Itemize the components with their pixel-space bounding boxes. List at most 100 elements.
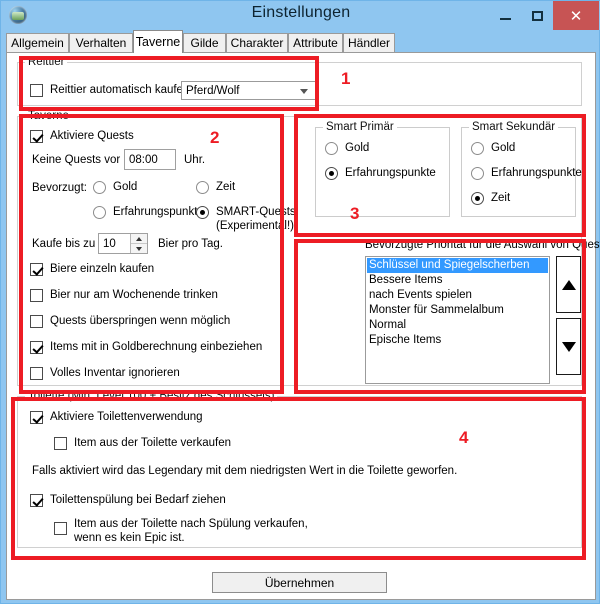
radio-label: Erfahrungspunkte bbox=[491, 167, 582, 179]
chevron-down-icon bbox=[300, 88, 308, 94]
apply-button[interactable]: Übernehmen bbox=[212, 572, 387, 593]
tab-taverne[interactable]: Taverne bbox=[133, 30, 183, 53]
checkbox-buy-beer-individually[interactable]: Biere einzeln kaufen bbox=[30, 262, 154, 276]
checkbox-skip-quests[interactable]: Quests überspringen wenn möglich bbox=[30, 314, 230, 328]
group-smart-primaer: Smart Primär Gold Erfahrungspunkte bbox=[315, 121, 450, 217]
minimize-button[interactable] bbox=[489, 1, 521, 30]
move-priority-down-button[interactable] bbox=[556, 318, 581, 375]
tab-gilde[interactable]: Gilde bbox=[183, 33, 226, 52]
label-buy-up-to: Kaufe bis zu bbox=[32, 238, 96, 250]
label-uhr: Uhr. bbox=[184, 154, 206, 166]
checkbox-box bbox=[30, 494, 43, 507]
sell-after-flush-line1: Item aus der Toilette nach Spülung verka… bbox=[74, 518, 308, 530]
spinner-up-icon[interactable] bbox=[131, 234, 147, 243]
tab-allgemein[interactable]: Allgemein bbox=[6, 33, 69, 52]
close-button[interactable]: ✕ bbox=[553, 1, 599, 30]
arrow-down-icon bbox=[561, 341, 576, 352]
checkbox-label: Item aus der Toilette verkaufen bbox=[74, 437, 232, 449]
label-beer-per-day: Bier pro Tag. bbox=[158, 238, 223, 250]
checkbox-activate-toilet[interactable]: Aktiviere Toilettenverwendung bbox=[30, 410, 203, 424]
checkbox-label: Bier nur am Wochenende trinken bbox=[50, 289, 218, 301]
tab-verhalten[interactable]: Verhalten bbox=[69, 33, 133, 52]
checkbox-label: Aktiviere Quests bbox=[50, 130, 134, 142]
checkbox-flush-on-demand[interactable]: Toilettenspülung bei Bedarf ziehen bbox=[30, 493, 226, 507]
tab-haendler[interactable]: Händler bbox=[343, 33, 395, 52]
radio-smart-primaer-erfahrungspunkte[interactable]: Erfahrungspunkte bbox=[325, 166, 436, 180]
radio-preferred-erfahrungspunkte[interactable]: Erfahrungspunkte bbox=[93, 205, 204, 219]
group-reittier: Reittier Reittier automatisch kaufen: Pf… bbox=[17, 56, 582, 106]
mount-type-value: Pferd/Wolf bbox=[186, 84, 240, 97]
list-item[interactable]: nach Events spielen bbox=[367, 288, 548, 303]
checkbox-sell-after-flush[interactable]: Item aus der Toilette nach Spülung verka… bbox=[54, 517, 308, 545]
radio-smart-sekundaer-gold[interactable]: Gold bbox=[471, 141, 515, 155]
checkbox-box bbox=[30, 411, 43, 424]
mount-type-combobox[interactable]: Pferd/Wolf bbox=[181, 81, 316, 100]
radio-circle bbox=[471, 167, 484, 180]
group-toilette-legend: Toilette (Min. Level 100 + Besitz des Sc… bbox=[25, 390, 278, 402]
checkbox-box bbox=[30, 289, 43, 302]
sell-after-flush-line2: wenn es kein Epic ist. bbox=[74, 532, 185, 544]
checkbox-box bbox=[30, 367, 43, 380]
radio-smart-primaer-gold[interactable]: Gold bbox=[325, 141, 369, 155]
checkbox-drink-weekend-only[interactable]: Bier nur am Wochenende trinken bbox=[30, 288, 218, 302]
tab-charakter[interactable]: Charakter bbox=[226, 33, 288, 52]
list-item[interactable]: Epische Items bbox=[367, 333, 548, 348]
list-item[interactable]: Bessere Items bbox=[367, 273, 548, 288]
radio-preferred-zeit[interactable]: Zeit bbox=[196, 180, 235, 194]
radio-smart-sekundaer-erfahrungspunkte[interactable]: Erfahrungspunkte bbox=[471, 166, 582, 180]
label-quest-priority: Bevorzugte Priorität für die Auswahl von… bbox=[365, 239, 600, 251]
radio-label: Zeit bbox=[491, 192, 511, 204]
checkbox-box bbox=[30, 263, 43, 276]
checkbox-label: Toilettenspülung bei Bedarf ziehen bbox=[50, 494, 226, 506]
list-item[interactable]: Normal bbox=[367, 318, 548, 333]
checkbox-box bbox=[30, 341, 43, 354]
move-priority-up-button[interactable] bbox=[556, 256, 581, 313]
annotation-number-3: 3 bbox=[350, 204, 360, 223]
tab-page-taverne: Reittier Reittier automatisch kaufen: Pf… bbox=[6, 52, 600, 600]
checkbox-label: Biere einzeln kaufen bbox=[50, 263, 155, 275]
checkbox-box bbox=[54, 522, 67, 535]
settings-window: Einstellungen ✕ Allgemein Verhalten Tave… bbox=[0, 0, 600, 604]
beer-per-day-spinner[interactable]: 10 bbox=[98, 233, 148, 254]
time-value: 08:00 bbox=[129, 153, 158, 166]
checkbox-sell-toilet-item[interactable]: Item aus der Toilette verkaufen bbox=[54, 436, 231, 450]
annotation-number-1: 1 bbox=[341, 69, 351, 88]
group-reittier-legend: Reittier bbox=[25, 56, 68, 68]
group-smart-primaer-legend: Smart Primär bbox=[323, 121, 397, 133]
checkbox-box bbox=[30, 315, 43, 328]
checkbox-include-items-gold[interactable]: Items mit in Goldberechnung einbeziehen bbox=[30, 340, 262, 354]
checkbox-box bbox=[30, 84, 43, 97]
group-smart-sekundaer-legend: Smart Sekundär bbox=[469, 121, 559, 133]
group-taverne: Taverne Aktiviere Quests Keine Quests vo… bbox=[17, 110, 600, 386]
annotation-number-4: 4 bbox=[459, 428, 469, 447]
checkbox-label: Reittier automatisch kaufen: bbox=[50, 84, 193, 96]
radio-smart-sekundaer-zeit[interactable]: Zeit bbox=[471, 191, 510, 205]
checkbox-ignore-full-inventory[interactable]: Volles Inventar ignorieren bbox=[30, 366, 180, 380]
checkbox-label: Quests überspringen wenn möglich bbox=[50, 315, 231, 327]
radio-label: Zeit bbox=[216, 181, 236, 193]
spinner-buttons bbox=[130, 234, 147, 253]
tab-attribute[interactable]: Attribute bbox=[288, 33, 343, 52]
radio-circle bbox=[325, 142, 338, 155]
no-quests-before-time-input[interactable]: 08:00 bbox=[124, 149, 176, 170]
list-item[interactable]: Schlüssel und Spiegelscherben bbox=[367, 258, 548, 273]
radio-circle bbox=[196, 181, 209, 194]
checkbox-label: Volles Inventar ignorieren bbox=[50, 367, 180, 379]
radio-preferred-smart-quests[interactable]: SMART-Quests (Experimental!) bbox=[196, 205, 296, 233]
annotation-number-2: 2 bbox=[210, 128, 220, 147]
radio-label: Gold bbox=[345, 142, 370, 154]
maximize-button[interactable] bbox=[521, 1, 553, 30]
list-item[interactable]: Monster für Sammelalbum bbox=[367, 303, 548, 318]
radio-preferred-gold[interactable]: Gold bbox=[93, 180, 137, 194]
label-no-quests-before: Keine Quests vor bbox=[32, 154, 121, 166]
tab-strip: Allgemein Verhalten Taverne Gilde Charak… bbox=[6, 30, 596, 53]
radio-circle bbox=[196, 206, 209, 219]
checkbox-auto-buy-mount[interactable]: Reittier automatisch kaufen: bbox=[30, 83, 193, 97]
checkbox-box bbox=[54, 437, 67, 450]
checkbox-activate-quests[interactable]: Aktiviere Quests bbox=[30, 129, 134, 143]
radio-label: Gold bbox=[113, 181, 138, 193]
radio-circle bbox=[325, 167, 338, 180]
spinner-down-icon[interactable] bbox=[131, 243, 147, 253]
quest-priority-listbox[interactable]: Schlüssel und Spiegelscherben Bessere It… bbox=[365, 256, 550, 384]
group-taverne-legend: Taverne bbox=[25, 110, 72, 122]
